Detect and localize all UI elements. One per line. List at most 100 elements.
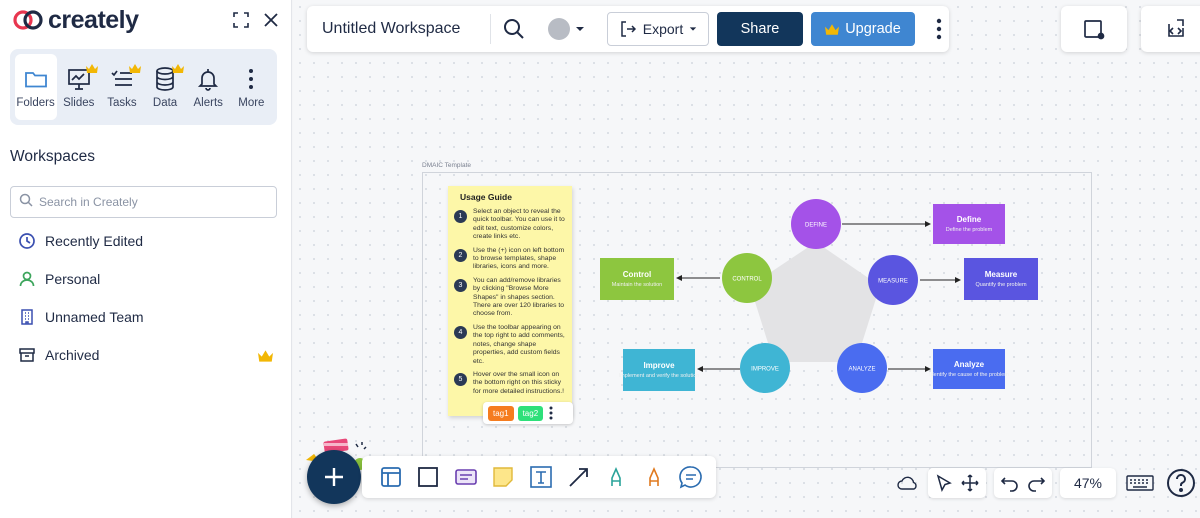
workspace-item-personal[interactable]: Personal <box>10 260 277 298</box>
presence-avatar[interactable] <box>547 17 585 41</box>
clock-icon <box>18 232 36 250</box>
workspace-item-label: Archived <box>45 347 100 363</box>
workspace-item-unnamed-team[interactable]: Unnamed Team <box>10 298 277 336</box>
workspace-list: Recently Edited Personal Unnamed Team Ar… <box>10 222 277 374</box>
building-icon <box>18 308 36 326</box>
app-data[interactable]: Data <box>144 54 186 120</box>
phase-box-define[interactable] <box>933 204 1005 244</box>
upgrade-button[interactable]: Upgrade <box>811 12 915 46</box>
chevron-down-icon <box>576 27 584 31</box>
tag-chip[interactable]: tag1 <box>488 405 514 421</box>
sticky-note-tool-icon[interactable] <box>490 464 516 490</box>
step-text: Use the toolbar appearing on the top rig… <box>473 323 565 365</box>
guide-step: 3 You can add/remove libraries by clicki… <box>454 276 566 319</box>
usage-guide-sticky[interactable]: Usage Guide 1 Select an object to reveal… <box>448 186 572 416</box>
step-text: Use the (+) icon on left bottom to brows… <box>473 246 565 271</box>
keyboard-icon[interactable] <box>1124 471 1156 495</box>
text-tool-icon[interactable] <box>528 464 554 490</box>
step-text: Select an object to reveal the quick too… <box>473 208 565 241</box>
app-slides[interactable]: Slides <box>58 54 100 120</box>
guide-step: 2 Use the (+) icon on left bottom to bro… <box>454 246 566 272</box>
workspace-item-label: Personal <box>45 271 101 287</box>
present-button[interactable] <box>1061 6 1127 52</box>
bell-icon <box>195 66 221 92</box>
app-label: Folders <box>16 96 55 109</box>
embed-button[interactable] <box>1141 6 1200 52</box>
phase-circle-label: CONTROL <box>732 277 762 283</box>
pan-icon[interactable] <box>958 471 982 495</box>
upgrade-label: Upgrade <box>845 21 901 37</box>
phase-box-title: Analyze <box>954 360 985 369</box>
sidebar: creately Folders Slides Tasks Data Alert… <box>0 0 292 518</box>
app-label: Data <box>152 96 178 109</box>
step-number: 1 <box>454 210 467 223</box>
step-number: 4 <box>454 325 467 339</box>
tag-chip[interactable]: tag2 <box>517 405 544 421</box>
phase-box-title: Define <box>957 215 982 224</box>
phase-circle-label: MEASURE <box>878 279 908 285</box>
app-alerts[interactable]: Alerts <box>187 54 229 120</box>
close-icon[interactable] <box>262 11 280 29</box>
phase-circle-label: IMPROVE <box>751 367 779 373</box>
highlighter-tool-icon[interactable] <box>641 464 667 490</box>
step-text: You can add/remove libraries by clicking… <box>473 276 565 318</box>
card-tool-icon[interactable] <box>453 464 479 490</box>
phase-box-control[interactable] <box>600 258 674 300</box>
more-vertical-icon[interactable] <box>931 17 947 41</box>
guide-step: 1 Select an object to reveal the quick t… <box>454 208 566 242</box>
rectangle-tool-icon[interactable] <box>415 464 441 490</box>
phase-box-subtitle: Quantify the problem <box>975 282 1026 288</box>
export-button[interactable]: Export <box>607 12 709 46</box>
phase-box-analyze[interactable] <box>933 349 1005 389</box>
phase-box-improve[interactable] <box>623 349 695 391</box>
document-title[interactable]: Untitled Workspace <box>322 20 482 38</box>
canvas-controls: 47% <box>896 466 1198 500</box>
connector-tool-icon[interactable] <box>566 464 592 490</box>
pen-tool-icon[interactable] <box>603 464 629 490</box>
search-input[interactable] <box>39 195 259 209</box>
add-button[interactable] <box>307 450 361 504</box>
workspace-item-archived[interactable]: Archived <box>10 336 277 374</box>
step-number: 5 <box>454 372 467 386</box>
comment-tool-icon[interactable] <box>678 464 704 490</box>
code-icon <box>1168 19 1184 37</box>
phase-box-title: Control <box>623 270 651 279</box>
search-icon[interactable] <box>499 14 529 44</box>
phase-box-title: Improve <box>643 361 675 370</box>
zoom-level[interactable]: 47% <box>1060 468 1116 498</box>
undo-icon[interactable] <box>998 471 1022 495</box>
app-label: Tasks <box>107 96 137 109</box>
caret-down-icon <box>690 27 697 31</box>
app-tasks[interactable]: Tasks <box>101 54 143 120</box>
help-icon[interactable] <box>1164 466 1198 500</box>
workspace-item-recently-edited[interactable]: Recently Edited <box>10 222 277 260</box>
search-box[interactable] <box>10 186 277 218</box>
history-tools <box>994 468 1052 498</box>
phase-box-measure[interactable] <box>964 258 1038 300</box>
archive-icon <box>18 346 36 364</box>
frame-tool-icon[interactable] <box>378 464 404 490</box>
share-button[interactable]: Share <box>717 12 803 46</box>
expand-icon[interactable] <box>232 11 250 29</box>
app-folders[interactable]: Folders <box>14 54 57 120</box>
step-number: 2 <box>454 248 467 262</box>
workspace-item-label: Recently Edited <box>45 233 144 249</box>
logo-row: creately <box>12 6 280 34</box>
redo-icon[interactable] <box>1024 471 1048 495</box>
app-more[interactable]: More <box>230 54 272 120</box>
phase-circle-label: DEFINE <box>805 223 827 229</box>
dmaic-diagram[interactable]: DEFINE MEASURE ANALYZE IMPROVE CONTROL Define… <box>590 190 1050 410</box>
sticky-title: Usage Guide <box>460 192 512 202</box>
phase-box-subtitle: Maintain the solution <box>612 282 662 288</box>
folder-icon <box>23 66 49 92</box>
selection-tools <box>928 468 986 498</box>
phase-box-title: Measure <box>985 270 1018 279</box>
frame-label: DMAIC Template <box>422 162 472 169</box>
pointer-icon[interactable] <box>932 471 956 495</box>
guide-step: 5 Hover over the small icon on the botto… <box>454 371 566 396</box>
sticky-tag-bar: tag1 tag2 <box>483 402 573 424</box>
step-number: 3 <box>454 278 467 292</box>
phase-box-subtitle: Implement and verify the solution <box>619 373 700 379</box>
app-label: More <box>238 96 265 109</box>
cloud-sync-icon[interactable] <box>896 471 920 495</box>
